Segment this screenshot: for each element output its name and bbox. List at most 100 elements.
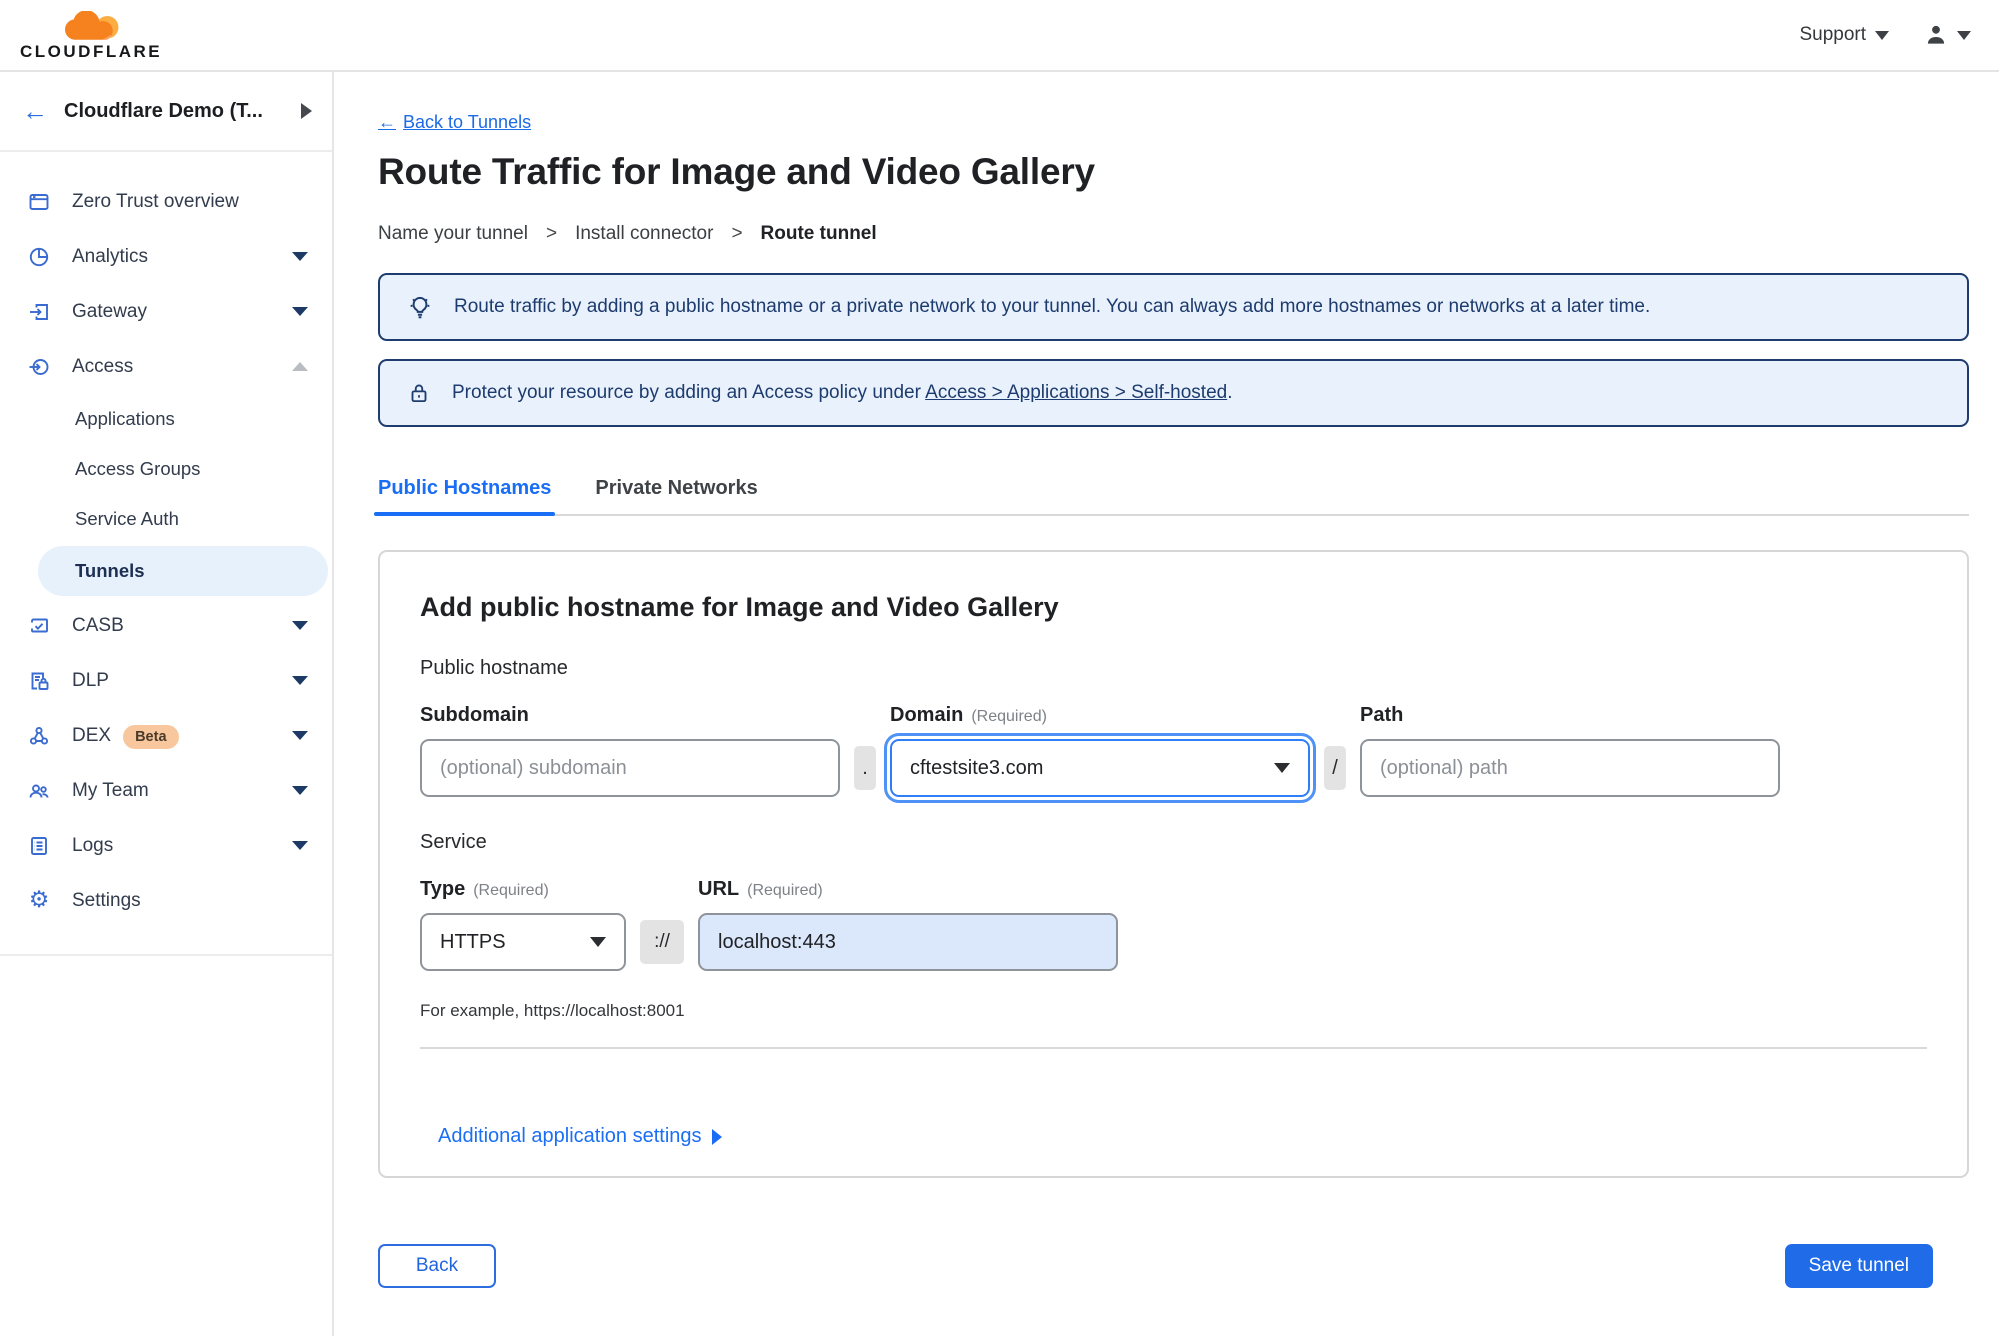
slash-separator: / [1324,746,1346,790]
people-icon [26,779,52,803]
chevron-down-icon [292,676,308,685]
service-type-select[interactable]: HTTPS [420,913,626,971]
sidebar-nav: Zero Trust overview Analytics Gateway Ac… [0,152,332,956]
tab-public-hostnames[interactable]: Public Hostnames [373,477,556,516]
sidebar-item-label: Zero Trust overview [72,190,239,212]
public-hostname-section-label: Public hostname [420,657,568,679]
sidebar-item-label: Analytics [72,245,149,267]
network-nodes-icon [26,724,52,748]
sidebar-item-dlp[interactable]: DLP [0,653,332,708]
sidebar-item-access-groups[interactable]: Access Groups [0,444,332,494]
casb-icon [26,614,52,638]
domain-required-hint: (Required) [971,708,1047,725]
dropdown-caret-icon [1274,763,1290,773]
sidebar-item-settings[interactable]: ⚙ Settings [0,873,332,928]
sidebar-item-tunnels[interactable]: Tunnels [38,546,328,596]
tab-private-networks[interactable]: Private Networks [595,477,757,514]
main-content: ← Back to Tunnels Route Traffic for Imag… [334,72,1999,1336]
save-tunnel-button[interactable]: Save tunnel [1784,1244,1933,1288]
chevron-down-icon [1875,30,1889,40]
sidebar-item-applications[interactable]: Applications [0,394,332,444]
sidebar-item-my-team[interactable]: My Team [0,763,332,818]
wizard-footer: Back Save tunnel [378,1244,1969,1288]
service-section-label: Service [420,831,487,853]
path-input[interactable] [1360,739,1780,797]
step-name-your-tunnel[interactable]: Name your tunnel [378,223,528,245]
tab-bar: Public Hostnames Private Networks [373,477,1969,516]
card-title: Add public hostname for Image and Video … [420,592,1059,622]
sidebar-subitem-label: Service Auth [75,508,179,529]
chevron-down-icon [292,307,308,316]
tip-banner: Route traffic by adding a public hostnam… [378,273,1969,341]
sidebar-item-analytics[interactable]: Analytics [0,229,332,284]
breadcrumb-steps: Name your tunnel > Install connector > R… [378,223,1969,245]
back-arrow-icon: ← [378,112,396,132]
chevron-down-icon [1957,30,1971,40]
chevron-up-icon [292,362,308,371]
step-route-tunnel: Route tunnel [760,223,877,244]
gateway-icon [26,300,52,324]
lock-icon [411,384,427,403]
chevron-down-icon [292,731,308,740]
sidebar-item-logs[interactable]: Logs [0,818,332,873]
user-menu[interactable] [1923,22,1971,48]
subdomain-label: Subdomain [420,704,529,726]
user-icon [1927,25,1945,44]
url-label: URL [698,878,740,900]
cloudflare-logo: CLOUDFLARE [20,10,163,61]
url-example-hint: For example, https://localhost:8001 [420,1001,685,1020]
sidebar: ← Cloudflare Demo (T... Zero Trust overv… [0,72,334,1336]
sidebar-subitem-label: Tunnels [75,560,145,581]
step-separator: > [545,223,558,244]
sidebar-item-gateway[interactable]: Gateway [0,284,332,339]
domain-label: Domain [890,704,964,726]
beta-badge: Beta [123,724,179,749]
gear-icon: ⚙ [28,887,50,913]
sidebar-item-label: Settings [72,889,141,911]
step-install-connector[interactable]: Install connector [575,223,713,245]
sidebar-item-label: DEX Beta [72,724,272,749]
sidebar-item-label: Gateway [72,300,147,322]
domain-select-value: cftestsite3.com [910,756,1044,779]
page-title: Route Traffic for Image and Video Galler… [378,151,1095,192]
sidebar-item-access[interactable]: Access [0,339,332,394]
sidebar-item-label: DLP [72,669,109,691]
chevron-right-icon[interactable] [301,103,312,119]
service-url-input[interactable] [698,913,1118,971]
cloudflare-wordmark: CLOUDFLARE [20,41,163,61]
back-arrow-icon[interactable]: ← [22,96,48,127]
subdomain-input[interactable] [420,739,840,797]
back-to-tunnels-link[interactable]: ← Back to Tunnels [378,112,531,133]
sidebar-item-zero-trust-overview[interactable]: Zero Trust overview [0,174,332,229]
access-policy-banner-text: Protect your resource by adding an Acces… [452,382,1233,403]
log-list-icon [26,834,52,858]
sidebar-subitem-label: Access Groups [75,458,201,479]
cloudflare-cloud-icon [65,10,119,40]
path-label: Path [1360,704,1404,726]
additional-settings-label: Additional application settings [438,1125,702,1147]
type-required-hint: (Required) [473,882,549,899]
access-policy-banner: Protect your resource by adding an Acces… [378,359,1969,427]
pie-chart-icon [26,245,52,269]
domain-select[interactable]: cftestsite3.com [890,739,1310,797]
sidebar-item-casb[interactable]: CASB [0,598,332,653]
type-label: Type [420,878,466,900]
url-required-hint: (Required) [747,882,823,899]
access-icon [26,355,52,379]
dot-separator: . [854,746,876,790]
sidebar-item-service-auth[interactable]: Service Auth [0,494,332,544]
support-menu[interactable]: Support [1799,24,1889,46]
account-name: Cloudflare Demo (T... [64,99,263,122]
account-switcher[interactable]: ← Cloudflare Demo (T... [0,72,332,152]
service-type-value: HTTPS [440,930,506,953]
chevron-right-icon [711,1128,722,1145]
access-applications-self-hosted-link[interactable]: Access > Applications > Self-hosted [925,382,1227,403]
chevron-down-icon [292,621,308,630]
back-button[interactable]: Back [378,1244,496,1288]
scheme-separator: :// [640,920,684,964]
top-header: CLOUDFLARE Support [0,0,1999,72]
sidebar-item-dex[interactable]: DEX Beta [0,708,332,763]
lightbulb-icon [410,296,430,319]
additional-application-settings-link[interactable]: Additional application settings [438,1125,722,1148]
chevron-down-icon [292,786,308,795]
